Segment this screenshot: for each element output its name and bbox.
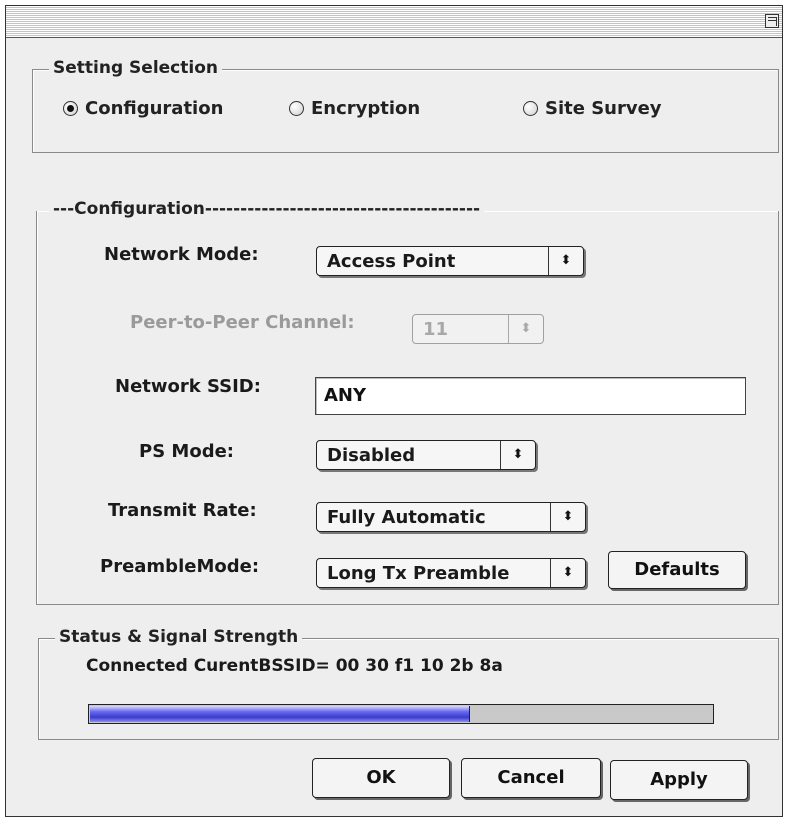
ps-mode-select[interactable]: Disabled ⬍ (316, 440, 536, 470)
peer-channel-select: 11 ⬍ (412, 314, 544, 344)
radio-configuration-label: Configuration (85, 98, 224, 119)
network-ssid-value: ANY (324, 385, 367, 406)
setting-selection-group: Setting Selection Configuration Encrypti… (32, 58, 779, 153)
popup-arrows-icon: ⬍ (508, 315, 543, 343)
radio-site-survey-label: Site Survey (545, 98, 662, 119)
connection-status-text: Connected CurentBSSID= 00 30 f1 10 2b 8a (86, 656, 503, 676)
status-group: Status & Signal Strength (38, 627, 779, 740)
signal-strength-bar (88, 704, 714, 724)
peer-channel-value: 11 (423, 319, 449, 340)
preamble-mode-label: PreambleMode: (100, 556, 260, 577)
transmit-rate-select[interactable]: Fully Automatic ⬍ (316, 502, 586, 532)
signal-strength-fill (90, 706, 470, 722)
ok-button[interactable]: OK (312, 758, 450, 798)
radio-encryption[interactable]: Encryption (289, 98, 420, 119)
popup-arrows-icon: ⬍ (500, 441, 535, 469)
radio-button-icon[interactable] (63, 101, 78, 116)
cancel-button[interactable]: Cancel (461, 758, 601, 798)
apply-button[interactable]: Apply (610, 760, 748, 800)
status-legend: Status & Signal Strength (55, 627, 303, 647)
title-bar[interactable] (6, 6, 782, 38)
peer-channel-label: Peer-to-Peer Channel: (130, 312, 355, 333)
radio-encryption-label: Encryption (311, 98, 421, 119)
network-ssid-input[interactable]: ANY (315, 377, 746, 415)
setting-selection-legend: Setting Selection (49, 58, 222, 78)
network-mode-select[interactable]: Access Point ⬍ (316, 246, 584, 276)
radio-configuration[interactable]: Configuration (63, 98, 223, 119)
zoom-box-icon[interactable] (765, 14, 779, 28)
defaults-button[interactable]: Defaults (608, 551, 746, 589)
popup-arrows-icon: ⬍ (550, 503, 585, 531)
radio-site-survey[interactable]: Site Survey (523, 98, 662, 119)
configuration-legend: ---Configuration------------------------… (49, 199, 485, 219)
ps-mode-label: PS Mode: (139, 441, 234, 462)
network-ssid-label: Network SSID: (115, 376, 261, 397)
settings-window: Setting Selection Configuration Encrypti… (5, 5, 783, 817)
preamble-mode-value: Long Tx Preamble (327, 563, 510, 584)
popup-arrows-icon: ⬍ (550, 559, 585, 587)
transmit-rate-value: Fully Automatic (327, 507, 486, 528)
preamble-mode-select[interactable]: Long Tx Preamble ⬍ (316, 558, 586, 588)
radio-button-icon[interactable] (523, 101, 538, 116)
network-mode-label: Network Mode: (104, 244, 259, 265)
radio-button-icon[interactable] (289, 101, 304, 116)
popup-arrows-icon: ⬍ (548, 247, 583, 275)
network-mode-value: Access Point (327, 251, 456, 272)
transmit-rate-label: Transmit Rate: (108, 500, 257, 521)
ps-mode-value: Disabled (327, 445, 416, 466)
